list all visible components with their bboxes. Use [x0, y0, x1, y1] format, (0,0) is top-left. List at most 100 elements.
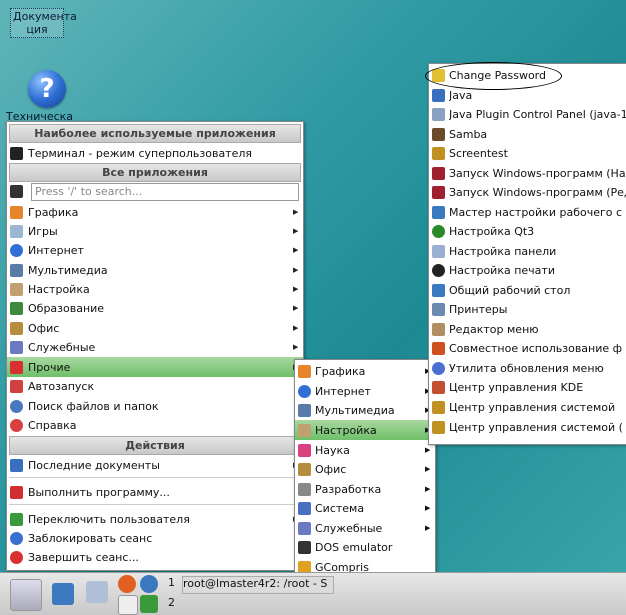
printer-icon: [432, 302, 445, 316]
menu-item-internet[interactable]: Интернет ▶: [7, 240, 303, 260]
submenu-item-panel-config[interactable]: Настройка панели: [429, 241, 626, 261]
submenu-item-kde-control-center[interactable]: Центр управления KDE: [429, 377, 626, 397]
menu-item-label: Служебные: [28, 340, 96, 354]
autostart-icon: [10, 379, 23, 393]
submenu-item-wine-editor[interactable]: Запуск Windows-программ (Ред: [429, 182, 626, 202]
menu-item-find-files[interactable]: Поиск файлов и папок: [7, 396, 303, 416]
show-desktop-icon[interactable]: [52, 583, 74, 605]
submenu-item-multimedia[interactable]: Мультимедиа▶: [295, 400, 435, 420]
submenu-item-printers[interactable]: Принтеры: [429, 299, 626, 319]
graphics-icon: [298, 364, 311, 378]
menu-item-other[interactable]: Прочие▶: [7, 357, 303, 377]
menu-item-help[interactable]: Справка: [7, 415, 303, 435]
submenu-item-label: Change Password: [449, 68, 546, 82]
submenu-item-java-plugin[interactable]: Java Plugin Control Panel (java-1: [429, 104, 626, 124]
submenu-item-development[interactable]: Разработка ▶: [295, 479, 435, 499]
submenu-arrow-icon: ▶: [293, 343, 299, 351]
globe-icon: [298, 384, 311, 398]
java-plugin-icon: [432, 107, 445, 121]
document-icon[interactable]: [118, 595, 138, 615]
utilities-icon: [298, 521, 311, 535]
k-menu-icon[interactable]: [10, 579, 42, 611]
spreadsheet-icon[interactable]: [140, 595, 158, 613]
submenu-item-office[interactable]: Офис ▶: [295, 459, 435, 479]
submenu-item-screentest[interactable]: Screentest: [429, 143, 626, 163]
menu-separator: [9, 477, 301, 478]
menu-item-games[interactable]: Игры ▶: [7, 221, 303, 241]
desktop-icon-label-documentation[interactable]: Документа ция: [10, 8, 77, 38]
menu-item-education[interactable]: Образование ▶: [7, 298, 303, 318]
submenu-item-java[interactable]: Java: [429, 85, 626, 105]
submenu-item-samba[interactable]: Samba: [429, 124, 626, 144]
menu-item-label: Терминал - режим суперпользователя: [28, 146, 253, 160]
submenu-arrow-icon: ▶: [293, 285, 299, 293]
submenu-item-desktop-wizard[interactable]: Мастер настройки рабочего с: [429, 202, 626, 222]
submenu-item-menu-update[interactable]: Утилита обновления меню: [429, 358, 626, 378]
submenu-item-change-password[interactable]: Change Password: [429, 65, 626, 85]
submenu-item-sharing[interactable]: Совместное использование ф: [429, 338, 626, 358]
submenu-item-label: Центр управления системой: [449, 400, 616, 414]
wizard-icon: [432, 205, 445, 219]
other-icon: [10, 360, 23, 374]
menu-item-run-program[interactable]: Выполнить программу...: [7, 482, 303, 502]
virtual-desktop-1[interactable]: 1: [168, 576, 175, 589]
games-icon: [10, 224, 23, 238]
mail-icon[interactable]: [140, 575, 158, 593]
submenu-item-system-control-center-2[interactable]: Центр управления системой (: [429, 417, 626, 437]
multimedia-icon: [10, 263, 23, 277]
menu-item-multimedia[interactable]: Мультимедиа ▶: [7, 260, 303, 280]
submenu-item-system[interactable]: Система ▶: [295, 498, 435, 518]
menu-item-settings[interactable]: Настройка ▶: [7, 279, 303, 299]
submenu-item-print-config[interactable]: Настройка печати: [429, 260, 626, 280]
submenu-item-menu-editor[interactable]: Редактор меню: [429, 319, 626, 339]
help-icon[interactable]: ?: [28, 70, 66, 108]
submenu-arrow-icon: ▶: [425, 446, 431, 454]
submenu-item-internet[interactable]: Интернет▶: [295, 381, 435, 401]
samba-icon: [432, 127, 445, 141]
submenu-item-label: Samba: [449, 127, 488, 141]
menu-item-terminal[interactable]: Терминал - режим суперпользователя: [7, 143, 303, 163]
menu-item-lock-session[interactable]: Заблокировать сеанс: [7, 528, 303, 548]
menu-item-switch-user[interactable]: Переключить пользователя▶: [7, 509, 303, 529]
virtual-desktop-2[interactable]: 2: [168, 596, 175, 609]
menu-item-office[interactable]: Офис ▶: [7, 318, 303, 338]
submenu-item-label: Java Plugin Control Panel (java-1: [449, 107, 626, 121]
submenu-item-qt3-config[interactable]: Настройка Qt3: [429, 221, 626, 241]
system-icon: [298, 501, 311, 515]
firefox-icon[interactable]: [118, 575, 136, 593]
shared-desktop-icon: [432, 283, 445, 297]
submenu-item-label: Настройка панели: [449, 244, 557, 258]
control-panel-icon[interactable]: [86, 581, 108, 603]
menu-separator: [9, 504, 301, 505]
submenu-arrow-icon: ▶: [425, 485, 431, 493]
submenu-item-label: Графика: [315, 364, 366, 378]
submenu-item-label: Наука: [315, 443, 350, 457]
tools-icon: [298, 423, 311, 437]
submenu-item-label: Служебные: [315, 521, 383, 535]
submenu-item-label: Запуск Windows-программ (Ред: [449, 185, 626, 199]
submenu-item-wine-settings[interactable]: Запуск Windows-программ (Нас: [429, 163, 626, 183]
submenu-item-dos-emulator[interactable]: DOS emulator: [295, 537, 435, 557]
submenu-item-shared-desktop[interactable]: Общий рабочий стол: [429, 280, 626, 300]
menu-item-utilities[interactable]: Служебные ▶: [7, 337, 303, 357]
taskbar-window-terminal[interactable]: root@lmaster4r2: /root - S: [182, 576, 334, 594]
submenu-item-settings[interactable]: Настройка▶: [295, 420, 435, 440]
menu-item-label: Образование: [28, 301, 105, 315]
submenu-item-utilities[interactable]: Служебные ▶: [295, 518, 435, 538]
menu-item-autostart[interactable]: Автозапуск: [7, 376, 303, 396]
search-input[interactable]: Press '/' to search...: [31, 183, 299, 201]
submenu-item-graphics[interactable]: Графика▶: [295, 361, 435, 381]
menu-item-label: Заблокировать сеанс: [28, 531, 153, 545]
menu-item-graphics[interactable]: Графика ▶: [7, 202, 303, 222]
multimedia-icon: [298, 403, 311, 417]
submenu-arrow-icon: ▶: [425, 465, 431, 473]
submenu-item-label: DOS emulator: [315, 540, 393, 554]
menu-item-recent-documents[interactable]: Последние документы▶: [7, 455, 303, 475]
taskbar: 1 2 root@lmaster4r2: /root - S: [0, 572, 626, 615]
menu-item-logout[interactable]: Завершить сеанс...: [7, 547, 303, 567]
submenu-item-science[interactable]: Наука ▶: [295, 440, 435, 460]
submenu-item-system-control-center[interactable]: Центр управления системой: [429, 397, 626, 417]
submenu-item-label: Система: [315, 501, 365, 515]
graphics-icon: [10, 205, 23, 219]
submenu-item-label: Общий рабочий стол: [449, 283, 571, 297]
